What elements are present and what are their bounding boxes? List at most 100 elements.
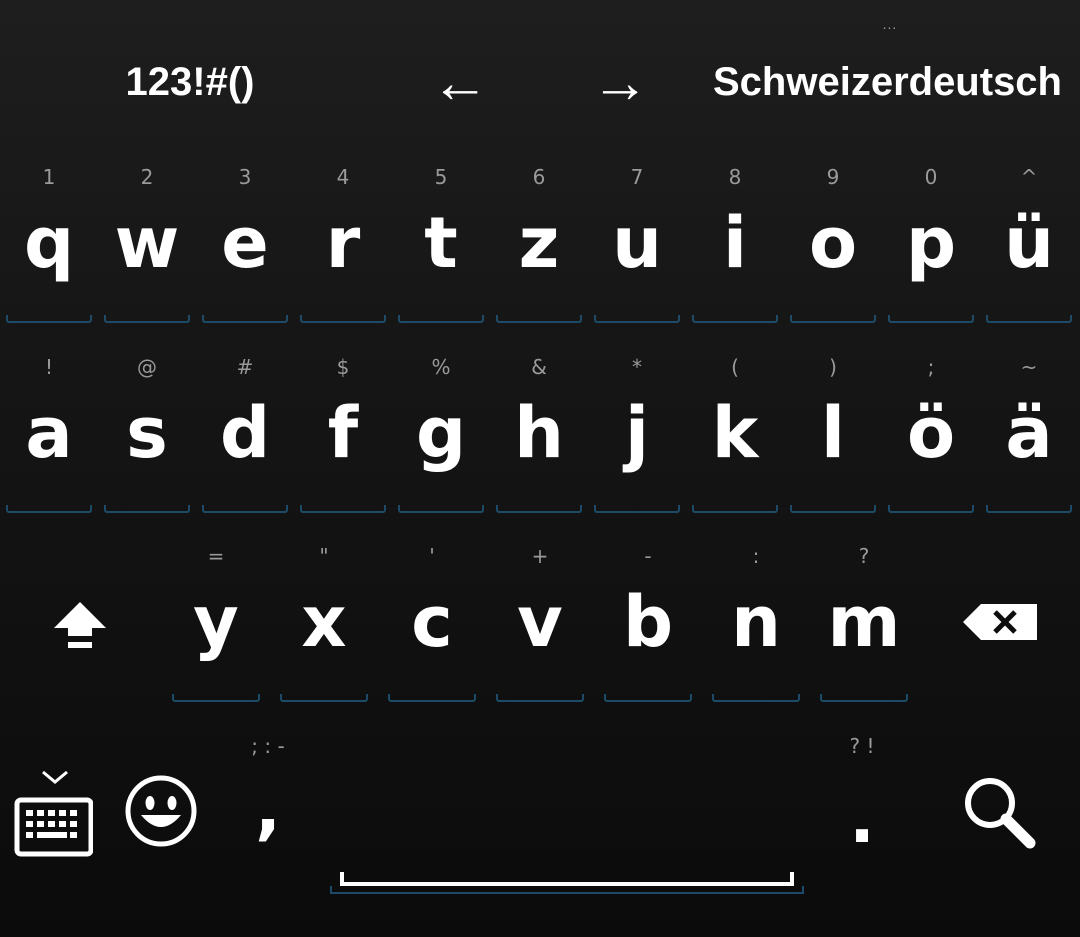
key-underline — [300, 505, 386, 513]
key-underline — [594, 315, 680, 323]
key-underline — [692, 505, 778, 513]
key-label: o — [808, 202, 858, 284]
cursor-left-key[interactable]: ← — [405, 45, 515, 120]
key-row1-4[interactable]: 4 r — [294, 165, 392, 345]
language-switch-key[interactable]: Schweizerdeutsch — [700, 45, 1080, 120]
key-underline — [888, 315, 974, 323]
key-underline — [280, 694, 368, 702]
key-underline — [888, 505, 974, 513]
key-hint: 3 — [238, 165, 252, 189]
emoji-key[interactable] — [118, 768, 204, 854]
key-row1-10[interactable]: 0 p — [882, 165, 980, 345]
key-label: y — [193, 581, 239, 663]
key-hint: 4 — [336, 165, 350, 189]
key-label: g — [415, 392, 467, 474]
period-key[interactable]: . — [832, 780, 892, 859]
space-bar-key[interactable] — [330, 850, 804, 896]
key-label: ü — [1004, 202, 1054, 284]
key-row2-6[interactable]: & h — [490, 355, 588, 535]
key-label: m — [827, 581, 901, 663]
key-underline — [172, 694, 260, 702]
symbols-mode-key[interactable]: 123!#() — [80, 45, 300, 120]
key-label: w — [114, 202, 180, 284]
key-hint: " — [319, 544, 329, 568]
key-hint: 0 — [924, 165, 938, 189]
backspace-key[interactable] — [950, 590, 1050, 654]
period-key-hint: ? ! — [849, 734, 875, 758]
key-row1-3[interactable]: 3 e — [196, 165, 294, 345]
key-underline — [496, 315, 582, 323]
key-label: i — [723, 202, 747, 284]
key-hint: ( — [731, 355, 739, 379]
key-row2-8[interactable]: ( k — [686, 355, 784, 535]
search-key[interactable] — [954, 770, 1044, 854]
key-row2-2[interactable]: @ s — [98, 355, 196, 535]
search-icon — [965, 778, 1036, 849]
key-underline — [986, 505, 1072, 513]
key-label: k — [711, 392, 759, 474]
soft-keyboard: 123!#() ← → ... Schweizerdeutsch 1 q 2 w… — [0, 0, 1080, 937]
key-underline — [6, 505, 92, 513]
key-label: ö — [906, 392, 956, 474]
key-row1-9[interactable]: 9 o — [784, 165, 882, 345]
key-hint: + — [531, 544, 549, 568]
key-hint: # — [236, 355, 254, 379]
key-row1-6[interactable]: 6 z — [490, 165, 588, 345]
key-row2-9[interactable]: ) l — [784, 355, 882, 535]
key-hint: 6 — [532, 165, 546, 189]
key-label: f — [327, 392, 359, 474]
key-label: j — [625, 392, 649, 474]
key-row3-3[interactable]: ' c — [382, 544, 482, 724]
key-underline — [496, 694, 584, 702]
key-underline — [6, 315, 92, 323]
key-row3-7[interactable]: ? m — [814, 544, 914, 724]
key-label: b — [622, 581, 674, 663]
comma-key[interactable]: , — [238, 770, 298, 849]
backspace-icon — [963, 604, 1037, 640]
key-hint: ^ — [1020, 165, 1038, 189]
key-hint: - — [644, 544, 652, 568]
key-underline — [692, 315, 778, 323]
key-hint: 2 — [140, 165, 154, 189]
key-row3-1[interactable]: = y — [166, 544, 266, 724]
key-row1-7[interactable]: 7 u — [588, 165, 686, 345]
key-row3-6[interactable]: : n — [706, 544, 806, 724]
key-hint: ; — [927, 355, 935, 379]
key-label: l — [821, 392, 845, 474]
cursor-right-key[interactable]: → — [565, 45, 675, 120]
key-row1-2[interactable]: 2 w — [98, 165, 196, 345]
key-row2-1[interactable]: ! a — [0, 355, 98, 535]
key-row1-8[interactable]: 8 i — [686, 165, 784, 345]
key-underline — [104, 505, 190, 513]
key-row2-5[interactable]: % g — [392, 355, 490, 535]
key-row2-4[interactable]: $ f — [294, 355, 392, 535]
key-row3-2[interactable]: " x — [274, 544, 374, 724]
key-row1-1[interactable]: 1 q — [0, 165, 98, 345]
key-label: n — [731, 581, 781, 663]
key-row2-7[interactable]: * j — [588, 355, 686, 535]
key-underline — [790, 505, 876, 513]
key-row2-3[interactable]: # d — [196, 355, 294, 535]
key-hint: @ — [137, 355, 157, 379]
key-underline — [388, 694, 476, 702]
key-row3-4[interactable]: + v — [490, 544, 590, 724]
key-label: u — [612, 202, 662, 284]
key-row2-11[interactable]: ~ ä — [980, 355, 1078, 535]
key-hint: : — [752, 544, 760, 568]
comma-key-hint: ; : - — [251, 734, 285, 758]
key-row1-11[interactable]: ^ ü — [980, 165, 1078, 345]
key-hint: = — [207, 544, 225, 568]
keyboard-hide-key[interactable] — [8, 764, 98, 860]
key-hint: 1 — [42, 165, 56, 189]
key-underline — [398, 505, 484, 513]
key-label: r — [325, 202, 361, 284]
key-row2-10[interactable]: ; ö — [882, 355, 980, 535]
key-label: z — [518, 202, 560, 284]
key-underline — [604, 694, 692, 702]
key-label: s — [126, 392, 168, 474]
key-underline — [820, 694, 908, 702]
key-row3-5[interactable]: - b — [598, 544, 698, 724]
shift-arrow-icon — [54, 602, 106, 648]
shift-key[interactable] — [30, 585, 130, 665]
key-row1-5[interactable]: 5 t — [392, 165, 490, 345]
